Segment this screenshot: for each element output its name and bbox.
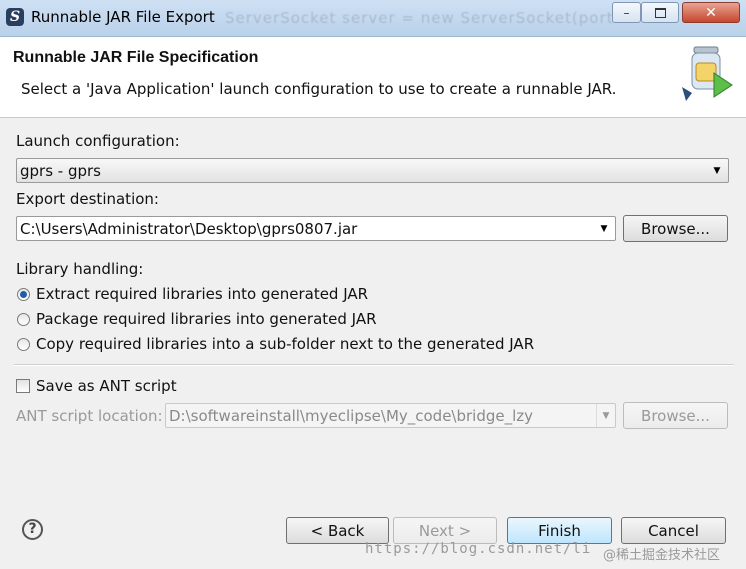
export-destination-value: C:\Users\Administrator\Desktop\gprs0807.…: [20, 219, 358, 238]
watermark-text: @稀土掘金技术社区: [603, 548, 721, 563]
minimize-button[interactable]: –: [612, 2, 641, 23]
title-bar[interactable]: S Runnable JAR File Export ServerSocket …: [0, 0, 746, 37]
library-handling-label: Library handling:: [16, 260, 144, 278]
export-destination-input[interactable]: C:\Users\Administrator\Desktop\gprs0807.…: [16, 216, 616, 241]
launch-config-label: Launch configuration:: [16, 132, 180, 150]
back-button[interactable]: < Back: [286, 517, 389, 544]
window-title: Runnable JAR File Export: [31, 8, 215, 26]
package-libraries-label[interactable]: Package required libraries into generate…: [36, 310, 377, 328]
chevron-down-icon[interactable]: ▼: [710, 159, 724, 182]
section-divider: [14, 364, 734, 366]
cancel-button[interactable]: Cancel: [621, 517, 726, 544]
finish-button[interactable]: Finish: [507, 517, 612, 544]
ant-location-input: D:\softwareinstall\myeclipse\My_code\bri…: [165, 403, 616, 428]
ant-location-label: ANT script location:: [16, 407, 163, 425]
launch-config-select[interactable]: gprs - gprs ▼: [16, 158, 729, 183]
help-icon[interactable]: ?: [22, 519, 43, 540]
jar-export-icon: [682, 46, 733, 101]
ant-browse-button: Browse...: [623, 402, 728, 429]
export-destination-label: Export destination:: [16, 190, 159, 208]
wizard-header: Runnable JAR File Specification Select a…: [0, 37, 746, 118]
copy-libraries-label[interactable]: Copy required libraries into a sub-folde…: [36, 335, 534, 353]
launch-config-value: gprs - gprs: [20, 161, 101, 180]
save-ant-script-label[interactable]: Save as ANT script: [36, 377, 177, 395]
maximize-icon: [654, 7, 666, 18]
close-icon: ✕: [705, 4, 717, 21]
eclipse-icon: S: [6, 8, 24, 26]
package-libraries-radio[interactable]: [17, 313, 30, 326]
ant-location-value: D:\softwareinstall\myeclipse\My_code\bri…: [169, 406, 534, 425]
export-browse-button[interactable]: Browse...: [623, 215, 728, 242]
save-ant-script-checkbox[interactable]: [16, 379, 30, 393]
chevron-down-icon[interactable]: ▼: [597, 217, 611, 240]
extract-libraries-label[interactable]: Extract required libraries into generate…: [36, 285, 368, 303]
background-window-text: ServerSocket server = new ServerSocket(p…: [225, 9, 614, 27]
page-description: Select a 'Java Application' launch confi…: [21, 80, 617, 98]
copy-libraries-radio[interactable]: [17, 338, 30, 351]
watermark-url: https://blog.csdn.net/li: [365, 541, 592, 557]
chevron-down-icon: ▼: [596, 404, 615, 427]
maximize-button[interactable]: [641, 2, 679, 23]
minimize-icon: –: [623, 5, 630, 20]
close-button[interactable]: ✕: [682, 2, 740, 23]
extract-libraries-radio[interactable]: [17, 288, 30, 301]
next-button: Next >: [393, 517, 497, 544]
page-title: Runnable JAR File Specification: [13, 49, 259, 66]
